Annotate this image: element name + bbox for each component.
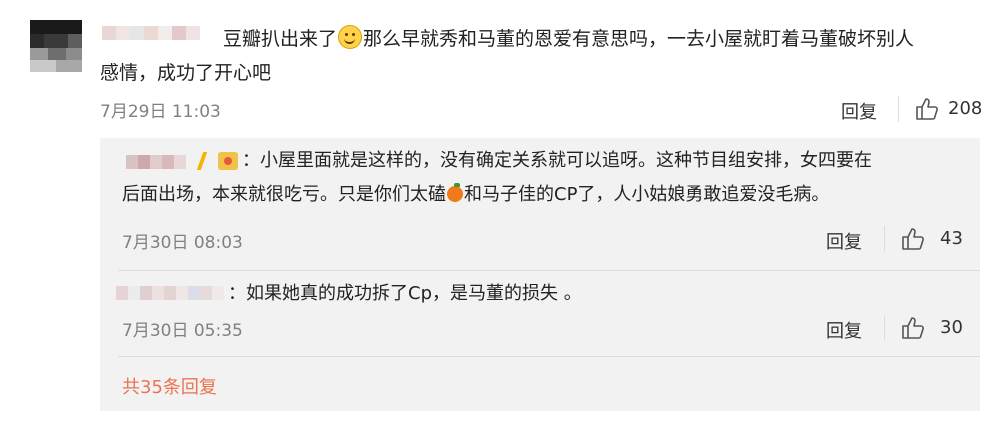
like-thumb-icon[interactable] bbox=[900, 315, 926, 341]
like-thumb-icon[interactable] bbox=[914, 96, 940, 122]
reply-like-count: 43 bbox=[940, 228, 963, 249]
comment-like-count: 208 bbox=[948, 98, 983, 119]
divider bbox=[884, 315, 885, 341]
reply-text-line1: 如果她真的成功拆了Cp，是马董的损失 。 bbox=[246, 283, 582, 304]
more-replies-link[interactable]: 共35条回复 bbox=[122, 373, 217, 399]
divider bbox=[898, 96, 899, 122]
reply-divider bbox=[118, 356, 980, 357]
member-crown-icon bbox=[218, 152, 238, 170]
reply-text-line1: 小屋里面就是这样的，没有确定关系就可以追呀。这种节目组安排，女四要在 bbox=[260, 150, 872, 171]
reply-timestamp: 7月30日 05:35 bbox=[122, 321, 243, 341]
verified-badge-icon bbox=[196, 152, 208, 170]
reply-colon: ： bbox=[228, 283, 246, 304]
reply-colon: ： bbox=[242, 150, 260, 171]
reply-text-line2b: 和马子佳的CP了，人小姑娘勇敢追爱没毛病。 bbox=[464, 184, 830, 205]
reply-reply-button[interactable]: 回复 bbox=[826, 228, 862, 254]
comment-text-part2: 那么早就秀和马董的恩爱有意思吗，一去小屋就盯着马董破坏别人 bbox=[363, 28, 915, 50]
reply-like-count: 30 bbox=[940, 317, 963, 338]
reply-username-blurred[interactable] bbox=[126, 155, 186, 169]
divider bbox=[884, 226, 885, 252]
orange-emoji-icon bbox=[447, 183, 463, 202]
reply-text-line2a: 后面出场，本来就很吃亏。只是你们太磕 bbox=[122, 184, 446, 205]
reply-timestamp: 7月30日 08:03 bbox=[122, 233, 243, 253]
reply-divider bbox=[118, 270, 980, 271]
avatar[interactable] bbox=[30, 20, 82, 72]
smile-emoji-icon bbox=[338, 25, 363, 49]
comment-text-part1: 豆瓣扒出来了 bbox=[223, 28, 338, 50]
reply-text-cont: 后面出场，本来就很吃亏。只是你们太磕 和马子佳的CP了，人小姑娘勇敢追爱没毛病。 bbox=[122, 178, 972, 212]
like-thumb-icon[interactable] bbox=[900, 226, 926, 252]
reply-text: ：小屋里面就是这样的，没有确定关系就可以追呀。这种节目组安排，女四要在 bbox=[242, 144, 972, 178]
reply-text: ：如果她真的成功拆了Cp，是马董的损失 。 bbox=[228, 277, 968, 311]
reply-reply-button[interactable]: 回复 bbox=[826, 317, 862, 343]
comment-reply-button[interactable]: 回复 bbox=[841, 98, 877, 124]
comment-timestamp: 7月29日 11:03 bbox=[100, 102, 221, 122]
comment-text-line2: 感情，成功了开心吧 bbox=[100, 62, 272, 84]
reply-username-blurred[interactable] bbox=[116, 286, 224, 300]
comment-text: 豆瓣扒出来了 那么早就秀和马董的恩爱有意思吗，一去小屋就盯着马董破坏别人 感情，成… bbox=[100, 22, 980, 90]
